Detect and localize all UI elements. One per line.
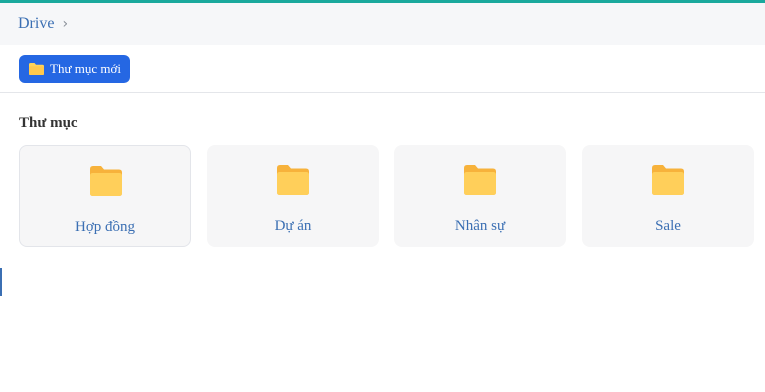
folder-name: Sale xyxy=(655,218,681,234)
folder-icon xyxy=(277,165,309,195)
folder-name: Dự án xyxy=(274,218,312,234)
folder-icon xyxy=(90,166,122,196)
folder-grid: Hợp đồng Dự án Nhân sự Sale xyxy=(19,145,756,247)
folder-icon xyxy=(464,165,496,195)
folder-card-sale[interactable]: Sale xyxy=(582,145,754,247)
folder-icon xyxy=(29,63,44,75)
folder-card-hop-dong[interactable]: Hợp đồng xyxy=(19,145,191,247)
left-edge-indicator xyxy=(0,268,2,296)
new-folder-label: Thư mục mới xyxy=(50,61,121,76)
section-title-folders: Thư mục xyxy=(19,115,78,131)
chevron-right-icon: › xyxy=(62,16,69,32)
folder-icon xyxy=(652,165,684,195)
new-folder-button[interactable]: Thư mục mới xyxy=(19,55,130,83)
breadcrumb: Drive › xyxy=(0,3,765,45)
folder-card-du-an[interactable]: Dự án xyxy=(207,145,379,247)
folder-name: Nhân sự xyxy=(454,218,506,234)
toolbar: Thư mục mới xyxy=(0,45,765,93)
breadcrumb-item-drive[interactable]: Drive xyxy=(18,15,54,33)
folder-name: Hợp đồng xyxy=(74,219,135,235)
folder-card-nhan-su[interactable]: Nhân sự xyxy=(394,145,566,247)
